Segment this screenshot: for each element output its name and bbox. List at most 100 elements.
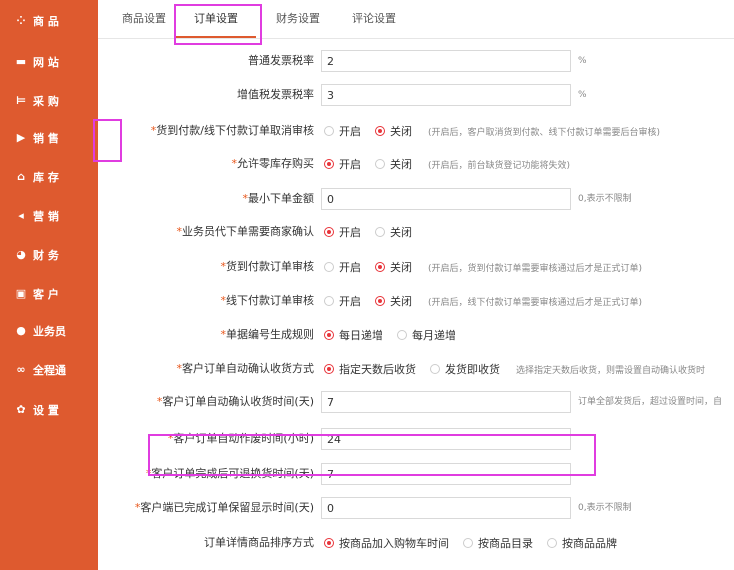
radio-option[interactable]: 每月递增 [397,327,456,343]
field-label: *客户订单自动确认收货方式 [177,357,315,381]
setting-input[interactable] [321,428,571,450]
sidebar: ⁘ 商 品 ▬ 网 站 ⊨ 采 购 ▶ 销 售 ⌂ 库 存 ◂ 营 销 ◕ 财 务 ▣ 客 户 ● 业务员 ∞ 全程通… [0,0,98,570]
form-row: *货到付款订单审核 开启 关闭 (开启后，货到付款订单需要审核通过后才是正式订单) [98,255,734,279]
setting-input[interactable] [321,50,571,72]
sidebar-item-label: 财 务 [33,249,59,262]
radio-checked-icon[interactable] [375,126,385,136]
sidebar-item-2[interactable]: ⊨ 采 购 [0,91,98,111]
radio-option[interactable]: 开启 [324,156,361,172]
radio-option[interactable]: 关闭 [375,224,412,240]
radio-unchecked-icon[interactable] [547,538,557,548]
radio-option[interactable]: 指定天数后收货 [324,361,416,377]
sidebar-item-8[interactable]: ● 业务员 [0,321,98,341]
form-row: 订单详情商品排序方式 按商品加入购物车时间 按商品目录 按商品品牌 [98,531,734,555]
radio-unchecked-icon[interactable] [375,227,385,237]
radio-label: 发货即收货 [445,363,500,376]
radio-checked-icon[interactable] [324,330,334,340]
sidebar-item-4[interactable]: ⌂ 库 存 [0,167,98,187]
radio-option[interactable]: 开启 [324,293,361,309]
grid-icon: ⁘ [16,14,26,27]
radio-label: 关闭 [390,226,412,239]
radio-option[interactable]: 关闭 [375,259,412,275]
radio-unchecked-icon[interactable] [324,262,334,272]
field-label: *客户订单完成后可退换货时间(天) [146,462,314,486]
radio-unchecked-icon[interactable] [375,159,385,169]
sidebar-item-0[interactable]: ⁘ 商 品 [0,11,98,31]
option-hint: (开启后，客户取消货到付款、线下付款订单需要后台审核) [428,127,661,138]
radio-group: 开启 关闭 (开启后，前台缺货登记功能将失效) [324,152,570,176]
field-label: *允许零库存购买 [232,152,315,176]
cart-icon: ⊨ [15,94,27,107]
unit-hint: % [578,90,587,100]
field-label: *客户订单自动作废时间(小时) [168,427,314,451]
main-panel: 商品设置 订单设置 财务设置 评论设置 普通发票税率%增值税发票税率%*货到付款… [98,0,734,570]
form-row: 普通发票税率% [98,49,734,73]
tab-order-settings[interactable]: 订单设置 [194,10,238,28]
setting-input[interactable] [321,84,571,106]
field-label-text: 最小下单金额 [248,192,314,205]
unit-hint: % [578,56,587,66]
setting-input[interactable] [321,497,571,519]
radio-label: 开启 [339,261,361,274]
option-hint: (开启后，前台缺货登记功能将失效) [428,160,571,171]
setting-input[interactable] [321,463,571,485]
briefcase-icon: ▣ [15,287,27,300]
radio-checked-icon[interactable] [375,262,385,272]
setting-input[interactable] [321,188,571,210]
radio-checked-icon[interactable] [375,296,385,306]
radio-unchecked-icon[interactable] [463,538,473,548]
sidebar-item-1[interactable]: ▬ 网 站 [0,52,98,72]
field-label-text: 客户订单自动作废时间(小时) [173,432,314,445]
active-tab-indicator [176,36,256,38]
radio-group: 开启 关闭 [324,220,426,244]
sidebar-item-label: 商 品 [33,15,59,28]
radio-option[interactable]: 按商品加入购物车时间 [324,535,449,551]
gear-icon: ✿ [16,403,26,416]
radio-option[interactable]: 关闭 [375,156,412,172]
field-label: 订单详情商品排序方式 [204,531,314,555]
radio-option[interactable]: 按商品品牌 [547,535,617,551]
sidebar-item-7[interactable]: ▣ 客 户 [0,284,98,304]
radio-unchecked-icon[interactable] [324,296,334,306]
field-label: *货到付款/线下付款订单取消审核 [151,119,314,143]
sidebar-item-10[interactable]: ✿ 设 置 [0,400,98,420]
sidebar-item-label: 销 售 [33,132,59,145]
radio-checked-icon[interactable] [324,364,334,374]
tab-review-settings[interactable]: 评论设置 [352,10,396,28]
radio-option[interactable]: 关闭 [375,293,412,309]
sidebar-item-label: 采 购 [33,95,59,108]
unit-hint: 0,表示不限制 [578,503,632,513]
radio-option[interactable]: 每日递增 [324,327,383,343]
radio-label: 关闭 [390,125,412,138]
radio-option[interactable]: 开启 [324,259,361,275]
radio-checked-icon[interactable] [324,538,334,548]
field-label: *线下付款订单审核 [221,289,315,313]
sidebar-item-9[interactable]: ∞ 全程通 [0,360,98,380]
form-row: *最小下单金额 0,表示不限制 [98,187,734,211]
radio-option[interactable]: 开启 [324,224,361,240]
setting-input[interactable] [321,391,571,413]
field-label-text: 货到付款订单审核 [226,260,314,273]
sidebar-item-6[interactable]: ◕ 财 务 [0,245,98,265]
radio-unchecked-icon[interactable] [430,364,440,374]
option-hint: (开启后，线下付款订单需要审核通过后才是正式订单) [428,297,643,308]
radio-unchecked-icon[interactable] [324,126,334,136]
tab-finance-settings[interactable]: 财务设置 [276,10,320,28]
radio-unchecked-icon[interactable] [397,330,407,340]
radio-checked-icon[interactable] [324,227,334,237]
tab-product-settings[interactable]: 商品设置 [122,10,166,28]
form-row: *客户订单自动作废时间(小时) [98,427,734,451]
radio-option[interactable]: 按商品目录 [463,535,533,551]
option-hint: 选择指定天数后收货，则需设置自动确认收货时 [516,365,706,376]
radio-checked-icon[interactable] [324,159,334,169]
radio-option[interactable]: 关闭 [375,123,412,139]
field-label-text: 单据编号生成规则 [226,328,314,341]
radio-option[interactable]: 开启 [324,123,361,139]
sidebar-item-3[interactable]: ▶ 销 售 [0,128,98,148]
sidebar-item-5[interactable]: ◂ 营 销 [0,206,98,226]
radio-label: 开启 [339,295,361,308]
field-label-text: 业务员代下单需要商家确认 [182,225,314,238]
radio-option[interactable]: 发货即收货 [430,361,500,377]
form-row: *业务员代下单需要商家确认 开启 关闭 [98,220,734,244]
megaphone-icon: ◂ [18,209,24,222]
